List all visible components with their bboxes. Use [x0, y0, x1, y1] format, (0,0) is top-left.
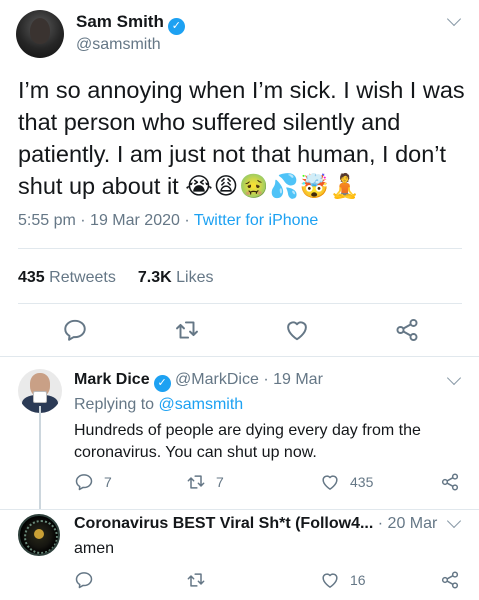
divider — [0, 509, 479, 510]
like-button[interactable]: 435 — [320, 472, 373, 492]
share-button[interactable] — [440, 472, 460, 492]
retweet-icon — [186, 570, 206, 590]
reply-button[interactable] — [62, 317, 88, 343]
tweet-time: 5:55 pm — [18, 212, 76, 229]
chevron-down-icon[interactable] — [446, 513, 462, 529]
reply-icon — [62, 317, 88, 343]
tweet-text: I’m so annoying when I’m sick. I wish I … — [18, 77, 465, 199]
retweet-button[interactable] — [186, 570, 206, 590]
reply-text: amen — [74, 540, 115, 557]
reply-actions: 7 7 435 — [0, 472, 479, 496]
author-name[interactable]: Sam Smith ✓ — [76, 12, 185, 35]
like-icon — [320, 472, 340, 492]
tweet-meta: 5:55 pm · 19 Mar 2020 · Twitter for iPho… — [18, 212, 319, 229]
author-handle[interactable]: @samsmith — [76, 36, 161, 54]
share-button[interactable] — [394, 317, 420, 343]
reply-date: 19 Mar — [273, 371, 323, 388]
share-icon — [440, 472, 460, 492]
reply-icon — [74, 570, 94, 590]
tweet-source-link[interactable]: Twitter for iPhone — [194, 212, 319, 229]
share-button[interactable] — [440, 570, 460, 590]
like-icon — [284, 317, 310, 343]
share-icon — [394, 317, 420, 343]
tweet-date: 19 Mar 2020 — [90, 212, 180, 229]
retweets-stat[interactable]: 435 Retweets — [18, 269, 116, 286]
replying-to-handle[interactable]: @samsmith — [159, 396, 244, 413]
verified-badge-icon: ✓ — [167, 18, 185, 35]
reply-button[interactable] — [74, 570, 94, 590]
reply-button[interactable]: 7 — [74, 472, 112, 492]
retweet-icon — [186, 472, 206, 492]
reply-icon — [74, 472, 94, 492]
chevron-down-icon[interactable] — [446, 370, 462, 386]
reply-date: 20 Mar — [387, 515, 438, 532]
verified-badge-icon: ✓ — [153, 375, 171, 392]
likes-stat[interactable]: 7.3K Likes — [138, 269, 214, 286]
reply-text: Hundreds of people are dying every day f… — [74, 422, 421, 461]
like-button[interactable]: 16 — [320, 570, 366, 590]
reply-author[interactable]: Coronavirus BEST Viral Sh*t (Follow4... … — [74, 515, 437, 533]
replying-to: Replying to @samsmith — [74, 396, 244, 413]
divider — [18, 248, 462, 249]
retweet-icon — [174, 317, 200, 343]
reply-handle[interactable]: @MarkDice — [175, 371, 259, 388]
avatar[interactable] — [18, 514, 60, 556]
retweet-button[interactable] — [174, 317, 200, 343]
divider — [0, 356, 479, 357]
share-icon — [440, 570, 460, 590]
tweet-actions — [0, 315, 479, 347]
like-button[interactable] — [284, 317, 310, 343]
tweet-stats: 435 Retweets 7.3K Likes — [18, 269, 213, 287]
like-icon — [320, 570, 340, 590]
chevron-down-icon[interactable] — [446, 11, 462, 27]
retweet-button[interactable]: 7 — [186, 472, 224, 492]
reply-actions: 16 — [0, 570, 479, 594]
reply-author[interactable]: Mark Dice ✓ @MarkDice · 19 Mar — [74, 371, 323, 392]
divider — [18, 303, 462, 304]
avatar[interactable] — [16, 10, 64, 58]
tweet-emojis: 😭😩🤢💦🤯🧘 — [185, 173, 361, 199]
